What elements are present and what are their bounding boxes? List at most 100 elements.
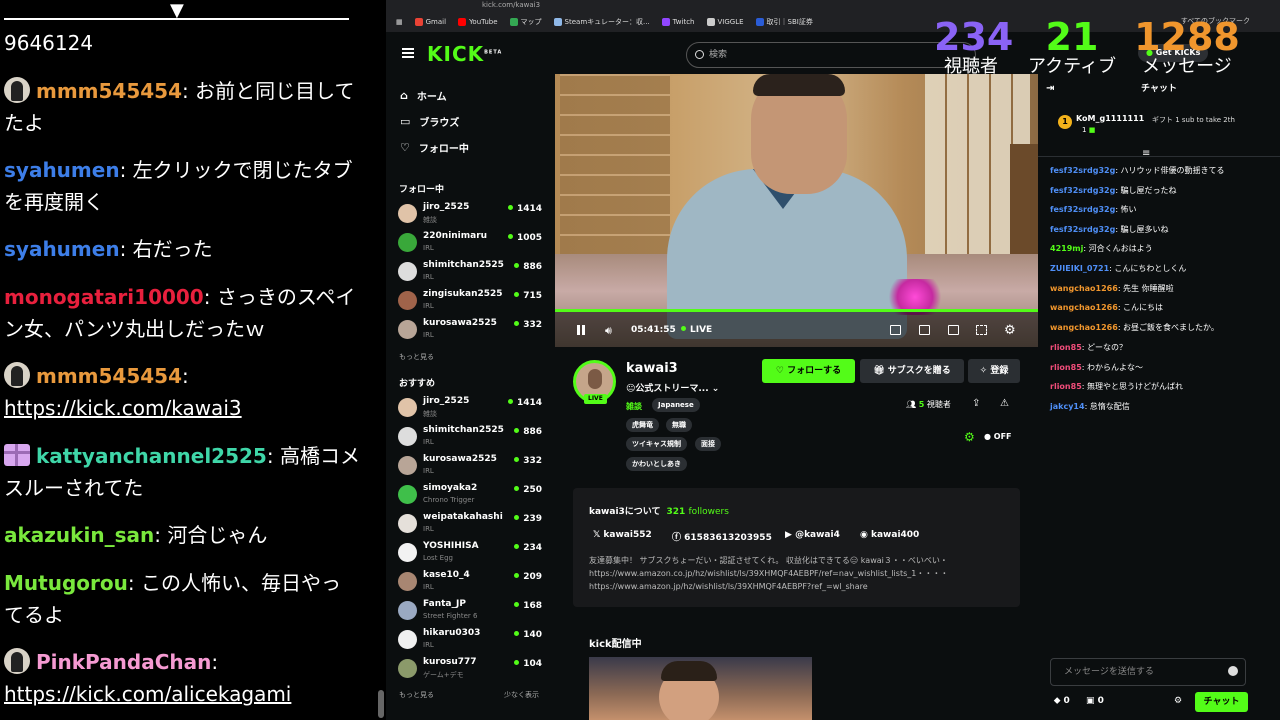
follow-button[interactable]: ♡ フォローする [762, 359, 855, 383]
kick-logo[interactable]: KICKBETA [427, 42, 502, 66]
bookmark-sbi[interactable]: 取引｜SBI証券 [755, 17, 813, 27]
pip-icon[interactable] [919, 325, 930, 335]
overlay-scrollbar[interactable] [378, 690, 384, 718]
sidebar-item-home[interactable]: ⌂ ホーム [400, 88, 447, 103]
channel-item[interactable]: YOSHIHISA Lost Egg 234 [398, 540, 544, 566]
show-more-link[interactable]: もっと見る [399, 352, 434, 362]
channel-item[interactable]: shimitchan2525 IRL 886 [398, 259, 544, 285]
chat-username[interactable]: fesf32srdg32g [1050, 225, 1115, 234]
stream-category[interactable]: 雑談 [626, 401, 642, 412]
live-indicator[interactable]: LIVE [681, 325, 712, 335]
overlay-link[interactable]: https://kick.com/kawai3 [4, 396, 242, 420]
avatar [398, 659, 417, 678]
chat-settings-icon[interactable]: ⚙ [1174, 696, 1182, 706]
collapse-icon[interactable]: ⇥ [1046, 74, 1054, 104]
bookmark-twitch[interactable]: Twitch [661, 18, 695, 26]
kicks-balance[interactable]: ⬥ 0 [1054, 696, 1070, 706]
gear-icon[interactable]: ⚙ [964, 430, 975, 444]
channel-item[interactable]: Fanta_JP Street Fighter 6 168 [398, 598, 544, 624]
overlay-text: ン女、パンツ丸出しだったｗ [4, 317, 265, 341]
search-input[interactable]: 検索 [686, 42, 976, 68]
channel-item[interactable]: hikaru0303 IRL 140 [398, 627, 544, 653]
expand-icon[interactable]: ≡ [1142, 148, 1150, 159]
menu-icon[interactable] [402, 48, 414, 58]
url-bar[interactable]: kick.com/kawai3 [386, 0, 1280, 12]
search-icon [695, 50, 704, 59]
channel-item[interactable]: weipatakahashi IRL 239 [398, 511, 544, 537]
sidebar-item-following[interactable]: ♡ フォロー中 [400, 140, 469, 155]
chat-username[interactable]: rlion85 [1050, 382, 1082, 391]
chat-username[interactable]: wangchao1266 [1050, 323, 1118, 332]
channel-item[interactable]: kurosu777 ゲーム+デモ 104 [398, 656, 544, 682]
share-icon[interactable]: ⇪ [972, 398, 980, 409]
apps-icon[interactable]: ▦ [396, 18, 403, 26]
chat-username[interactable]: rlion85 [1050, 363, 1082, 372]
emoji-icon[interactable] [1228, 666, 1238, 676]
streamer-name[interactable]: kawai3 [626, 361, 678, 376]
stream-tag[interactable]: 虎舞竜 [626, 418, 659, 432]
theater-icon[interactable] [948, 325, 959, 335]
video-player[interactable]: 🔊︎ 05:41:55 LIVE ⚙ [555, 74, 1038, 347]
chat-username[interactable]: fesf32srdg32g [1050, 186, 1115, 195]
channel-item[interactable]: kurosawa2525 IRL 332 [398, 453, 544, 479]
chevron-down-icon[interactable]: ⌄ [712, 384, 720, 394]
gift-sub-button[interactable]: 🎁︎ サブスクを贈る [860, 359, 964, 383]
follower-count: 321 [666, 507, 686, 517]
channel-item[interactable]: 220ninimaru IRL 1005 [398, 230, 544, 256]
off-toggle[interactable]: ● OFF [984, 432, 1012, 441]
stream-tag[interactable]: 無職 [666, 418, 692, 432]
channel-item[interactable]: jiro_2525 雑談 1414 [398, 201, 544, 227]
channel-item[interactable]: shimitchan2525 IRL 886 [398, 424, 544, 450]
fullscreen-icon[interactable] [976, 325, 987, 335]
stream-tag[interactable]: かわいとしあき [626, 457, 687, 471]
pinned-user[interactable]: 1 KoM_g1111111 [1058, 114, 1144, 129]
subscribe-button[interactable]: ✧ 登録 [968, 359, 1020, 383]
stream-thumbnail[interactable] [589, 657, 812, 720]
chat-header: ⇥ チャット [1038, 74, 1280, 104]
chat-username[interactable]: fesf32srdg32g [1050, 166, 1115, 175]
volume-icon[interactable]: 🔊︎ [605, 324, 612, 338]
social-facebook[interactable]: ⓕ 61583613203955 [672, 530, 772, 543]
chat-username[interactable]: rlion85 [1050, 343, 1082, 352]
gift-balance[interactable]: ▣ 0 [1086, 696, 1104, 706]
chat-username[interactable]: ZUIEIKI_0721 [1050, 264, 1109, 273]
report-icon[interactable]: ⚠ [1000, 398, 1009, 409]
clip-icon[interactable] [890, 325, 901, 335]
channel-item[interactable]: kurosawa2525 IRL 332 [398, 317, 544, 343]
social-x[interactable]: 𝕏 kawai552 [593, 530, 652, 540]
overlay-message: akazukin_san: 河合じゃん [4, 519, 374, 551]
bookmark-youtube[interactable]: YouTube [458, 18, 498, 26]
chat-input[interactable]: メッセージを送信する [1050, 658, 1246, 686]
gear-icon[interactable]: ⚙ [1004, 323, 1016, 338]
pause-icon[interactable] [577, 325, 585, 335]
overlay-link[interactable]: https://kick.com/alicekagami [4, 682, 291, 706]
channel-item[interactable]: jiro_2525 雑談 1414 [398, 395, 544, 421]
stat-messages: 1288 メッセージ [1132, 18, 1242, 78]
bookmark-gmail[interactable]: Gmail [414, 18, 446, 26]
follow-label: フォローする [787, 366, 842, 376]
steam-icon [553, 18, 562, 26]
channel-item[interactable]: kase10_4 IRL 209 [398, 569, 544, 595]
send-chat-button[interactable]: チャット [1195, 692, 1248, 712]
chat-username[interactable]: 4219mj [1050, 244, 1083, 253]
chat-username[interactable]: jakcy14 [1050, 402, 1085, 411]
language-tag[interactable]: Japanese [652, 398, 700, 412]
stream-tag[interactable]: ツイキャス規制 [626, 437, 687, 451]
chat-username[interactable]: fesf32srdg32g [1050, 205, 1115, 214]
sidebar-item-browse[interactable]: ▭ ブラウズ [400, 114, 459, 129]
show-more-link[interactable]: もっと見る [399, 690, 434, 700]
chat-username[interactable]: wangchao1266 [1050, 303, 1118, 312]
channel-item[interactable]: simoyaka2 Chrono Trigger 250 [398, 482, 544, 508]
chat-username[interactable]: wangchao1266 [1050, 284, 1118, 293]
bookmark-maps[interactable]: マップ [509, 17, 542, 27]
social-discord[interactable]: ◉ kawai400 [860, 530, 919, 540]
channel-viewers: 1414 [508, 204, 542, 214]
channel-item[interactable]: zingisukan2525 IRL 715 [398, 288, 544, 314]
show-less-link[interactable]: 少なく表示 [504, 690, 539, 700]
bookmark-viggle[interactable]: VIGGLE [706, 18, 744, 26]
bookmark-steam[interactable]: Steamキュレーター：収... [553, 17, 650, 27]
overlay-text: : [211, 650, 219, 674]
stream-tag[interactable]: 面接 [695, 437, 721, 451]
logo-beta: BETA [484, 49, 503, 56]
social-youtube[interactable]: ▶ @kawai4 [785, 530, 840, 540]
